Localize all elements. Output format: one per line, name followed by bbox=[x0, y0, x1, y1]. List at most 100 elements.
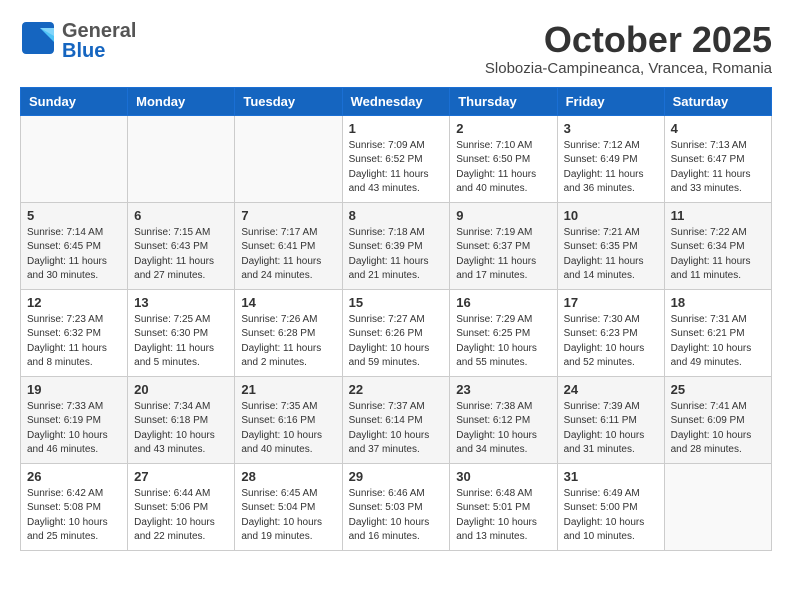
day-number: 9 bbox=[456, 208, 550, 223]
day-info: Sunrise: 7:17 AM Sunset: 6:41 PM Dayligh… bbox=[241, 226, 335, 284]
day-info: Sunrise: 7:15 AM Sunset: 6:43 PM Dayligh… bbox=[134, 226, 228, 284]
calendar-cell: 18Sunrise: 7:31 AM Sunset: 6:21 PM Dayli… bbox=[664, 289, 771, 376]
calendar-cell: 4 Sunrise: 7:13 AM Sunset: 6:47 PM Daylig… bbox=[664, 115, 771, 202]
calendar-cell: 13 Sunrise: 7:25 AM Sunset: 6:30 PM Dayli… bbox=[128, 289, 235, 376]
day-info: Sunrise: 7:26 AM Sunset: 6:28 PM Dayligh… bbox=[241, 313, 335, 371]
day-info: Sunrise: 7:18 AM Sunset: 6:39 PM Dayligh… bbox=[349, 226, 444, 284]
day-number: 5 bbox=[27, 208, 121, 223]
day-number: 21 bbox=[241, 382, 335, 397]
logo-general: General bbox=[62, 21, 136, 41]
day-number: 4 bbox=[671, 121, 765, 136]
day-info: Sunrise: 6:46 AM Sunset: 5:03 PM Dayligh… bbox=[349, 487, 444, 545]
day-number: 6 bbox=[134, 208, 228, 223]
day-info: Sunrise: 7:30 AM Sunset: 6:23 PM Dayligh… bbox=[564, 313, 658, 371]
calendar-week-3: 12Sunrise: 7:23 AM Sunset: 6:32 PM Dayli… bbox=[21, 289, 772, 376]
calendar-cell bbox=[128, 115, 235, 202]
day-info: Sunrise: 6:44 AM Sunset: 5:06 PM Dayligh… bbox=[134, 487, 228, 545]
logo-icon bbox=[20, 20, 56, 56]
calendar-cell: 27 Sunrise: 6:44 AM Sunset: 5:06 PM Dayli… bbox=[128, 463, 235, 550]
day-number: 19 bbox=[27, 382, 121, 397]
calendar-cell: 12Sunrise: 7:23 AM Sunset: 6:32 PM Dayli… bbox=[21, 289, 128, 376]
weekday-header-sunday: Sunday bbox=[21, 87, 128, 115]
calendar-cell: 6 Sunrise: 7:15 AM Sunset: 6:43 PM Daylig… bbox=[128, 202, 235, 289]
day-number: 7 bbox=[241, 208, 335, 223]
day-number: 2 bbox=[456, 121, 550, 136]
day-info: Sunrise: 7:35 AM Sunset: 6:16 PM Dayligh… bbox=[241, 400, 335, 458]
calendar-cell: 25Sunrise: 7:41 AM Sunset: 6:09 PM Dayli… bbox=[664, 376, 771, 463]
calendar-cell: 2 Sunrise: 7:10 AM Sunset: 6:50 PM Daylig… bbox=[450, 115, 557, 202]
weekday-header-tuesday: Tuesday bbox=[235, 87, 342, 115]
calendar-cell: 31 Sunrise: 6:49 AM Sunset: 5:00 PM Dayli… bbox=[557, 463, 664, 550]
day-info: Sunrise: 6:42 AM Sunset: 5:08 PM Dayligh… bbox=[27, 487, 121, 545]
calendar-cell: 10 Sunrise: 7:21 AM Sunset: 6:35 PM Dayli… bbox=[557, 202, 664, 289]
calendar-table: SundayMondayTuesdayWednesdayThursdayFrid… bbox=[20, 87, 772, 551]
day-number: 15 bbox=[349, 295, 444, 310]
calendar-cell: 21 Sunrise: 7:35 AM Sunset: 6:16 PM Dayli… bbox=[235, 376, 342, 463]
day-number: 17 bbox=[564, 295, 658, 310]
calendar-cell: 16Sunrise: 7:29 AM Sunset: 6:25 PM Dayli… bbox=[450, 289, 557, 376]
calendar-cell: 1 Sunrise: 7:09 AM Sunset: 6:52 PM Daylig… bbox=[342, 115, 450, 202]
day-number: 30 bbox=[456, 469, 550, 484]
day-number: 22 bbox=[349, 382, 444, 397]
day-number: 10 bbox=[564, 208, 658, 223]
calendar-week-2: 5 Sunrise: 7:14 AM Sunset: 6:45 PM Daylig… bbox=[21, 202, 772, 289]
calendar-cell: 19Sunrise: 7:33 AM Sunset: 6:19 PM Dayli… bbox=[21, 376, 128, 463]
calendar-cell bbox=[21, 115, 128, 202]
day-number: 18 bbox=[671, 295, 765, 310]
logo-text: General Blue bbox=[62, 21, 136, 61]
day-number: 1 bbox=[349, 121, 444, 136]
calendar-cell: 7 Sunrise: 7:17 AM Sunset: 6:41 PM Daylig… bbox=[235, 202, 342, 289]
day-number: 28 bbox=[241, 469, 335, 484]
calendar-cell: 8 Sunrise: 7:18 AM Sunset: 6:39 PM Daylig… bbox=[342, 202, 450, 289]
weekday-header-row: SundayMondayTuesdayWednesdayThursdayFrid… bbox=[21, 87, 772, 115]
day-info: Sunrise: 7:10 AM Sunset: 6:50 PM Dayligh… bbox=[456, 139, 550, 197]
page-header: General Blue October 2025 Slobozia-Campi… bbox=[20, 20, 772, 77]
calendar-cell: 30 Sunrise: 6:48 AM Sunset: 5:01 PM Dayli… bbox=[450, 463, 557, 550]
logo: General Blue bbox=[20, 20, 136, 61]
day-info: Sunrise: 7:25 AM Sunset: 6:30 PM Dayligh… bbox=[134, 313, 228, 371]
day-info: Sunrise: 7:12 AM Sunset: 6:49 PM Dayligh… bbox=[564, 139, 658, 197]
day-number: 26 bbox=[27, 469, 121, 484]
calendar-cell: 17 Sunrise: 7:30 AM Sunset: 6:23 PM Dayli… bbox=[557, 289, 664, 376]
calendar-week-4: 19Sunrise: 7:33 AM Sunset: 6:19 PM Dayli… bbox=[21, 376, 772, 463]
day-number: 13 bbox=[134, 295, 228, 310]
day-info: Sunrise: 7:29 AM Sunset: 6:25 PM Dayligh… bbox=[456, 313, 550, 371]
calendar-cell: 24 Sunrise: 7:39 AM Sunset: 6:11 PM Dayli… bbox=[557, 376, 664, 463]
day-number: 27 bbox=[134, 469, 228, 484]
day-info: Sunrise: 7:09 AM Sunset: 6:52 PM Dayligh… bbox=[349, 139, 444, 197]
calendar-week-5: 26 Sunrise: 6:42 AM Sunset: 5:08 PM Dayli… bbox=[21, 463, 772, 550]
day-info: Sunrise: 7:14 AM Sunset: 6:45 PM Dayligh… bbox=[27, 226, 121, 284]
day-info: Sunrise: 7:38 AM Sunset: 6:12 PM Dayligh… bbox=[456, 400, 550, 458]
day-info: Sunrise: 6:48 AM Sunset: 5:01 PM Dayligh… bbox=[456, 487, 550, 545]
day-number: 20 bbox=[134, 382, 228, 397]
logo-blue: Blue bbox=[62, 41, 136, 61]
calendar-cell bbox=[235, 115, 342, 202]
day-info: Sunrise: 7:22 AM Sunset: 6:34 PM Dayligh… bbox=[671, 226, 765, 284]
weekday-header-wednesday: Wednesday bbox=[342, 87, 450, 115]
day-number: 12 bbox=[27, 295, 121, 310]
day-info: Sunrise: 7:37 AM Sunset: 6:14 PM Dayligh… bbox=[349, 400, 444, 458]
day-info: Sunrise: 7:13 AM Sunset: 6:47 PM Dayligh… bbox=[671, 139, 765, 197]
calendar-cell: 11Sunrise: 7:22 AM Sunset: 6:34 PM Dayli… bbox=[664, 202, 771, 289]
calendar-cell: 26 Sunrise: 6:42 AM Sunset: 5:08 PM Dayli… bbox=[21, 463, 128, 550]
calendar-cell: 5 Sunrise: 7:14 AM Sunset: 6:45 PM Daylig… bbox=[21, 202, 128, 289]
weekday-header-thursday: Thursday bbox=[450, 87, 557, 115]
day-number: 31 bbox=[564, 469, 658, 484]
day-info: Sunrise: 6:49 AM Sunset: 5:00 PM Dayligh… bbox=[564, 487, 658, 545]
calendar-cell: 15 Sunrise: 7:27 AM Sunset: 6:26 PM Dayli… bbox=[342, 289, 450, 376]
day-number: 24 bbox=[564, 382, 658, 397]
calendar-cell: 9 Sunrise: 7:19 AM Sunset: 6:37 PM Daylig… bbox=[450, 202, 557, 289]
calendar-cell: 14 Sunrise: 7:26 AM Sunset: 6:28 PM Dayli… bbox=[235, 289, 342, 376]
day-info: Sunrise: 7:41 AM Sunset: 6:09 PM Dayligh… bbox=[671, 400, 765, 458]
weekday-header-saturday: Saturday bbox=[664, 87, 771, 115]
day-info: Sunrise: 7:19 AM Sunset: 6:37 PM Dayligh… bbox=[456, 226, 550, 284]
day-info: Sunrise: 7:21 AM Sunset: 6:35 PM Dayligh… bbox=[564, 226, 658, 284]
day-number: 14 bbox=[241, 295, 335, 310]
weekday-header-friday: Friday bbox=[557, 87, 664, 115]
day-info: Sunrise: 6:45 AM Sunset: 5:04 PM Dayligh… bbox=[241, 487, 335, 545]
day-info: Sunrise: 7:34 AM Sunset: 6:18 PM Dayligh… bbox=[134, 400, 228, 458]
day-number: 8 bbox=[349, 208, 444, 223]
month-title: October 2025 bbox=[485, 20, 772, 60]
day-info: Sunrise: 7:39 AM Sunset: 6:11 PM Dayligh… bbox=[564, 400, 658, 458]
day-info: Sunrise: 7:27 AM Sunset: 6:26 PM Dayligh… bbox=[349, 313, 444, 371]
